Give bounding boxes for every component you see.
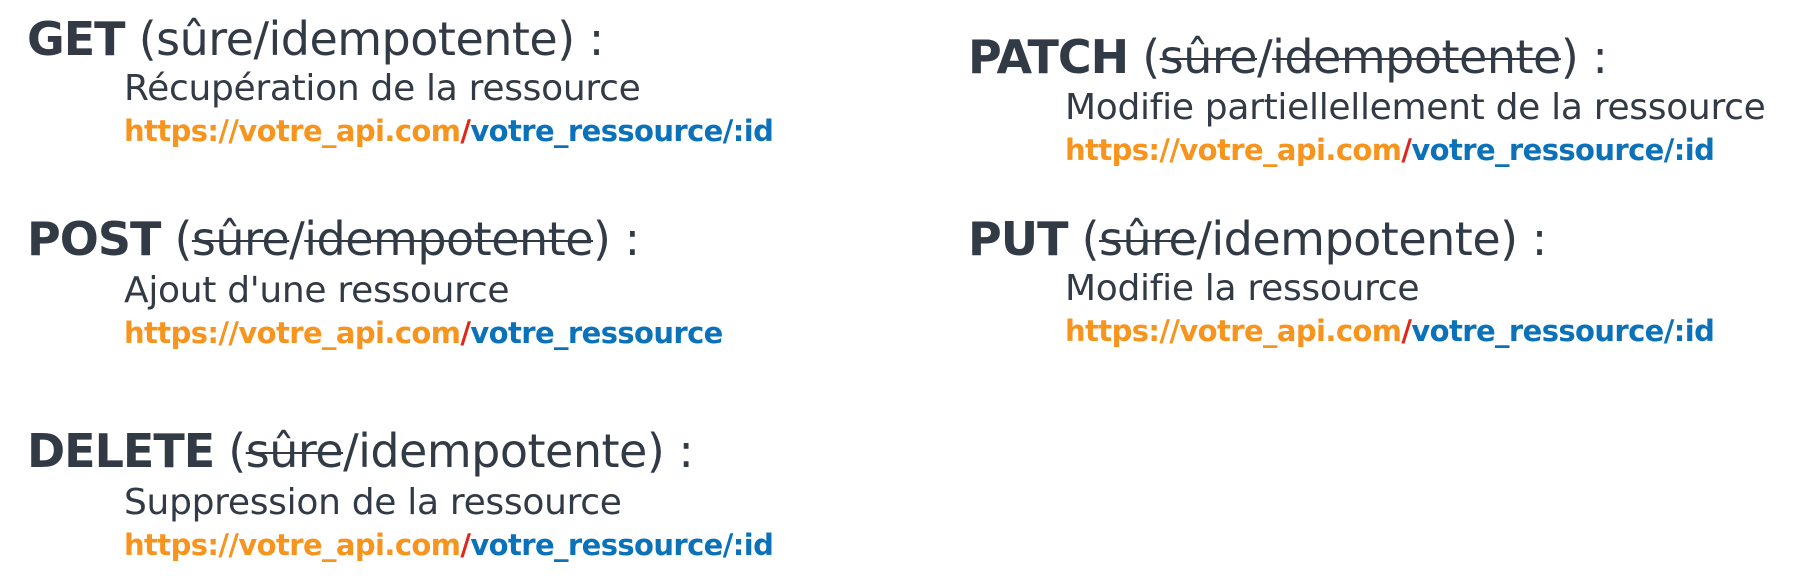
separator: / <box>1257 30 1273 84</box>
paren-open: ( <box>228 424 246 478</box>
url-slash: / <box>460 316 471 350</box>
idempotent-label: idempotente <box>1272 30 1561 84</box>
endpoint-url: https://votre_api.com/votre_ressource/:i… <box>124 526 774 564</box>
paren-close: ) : <box>1560 30 1608 84</box>
method-verb: PUT <box>968 212 1068 266</box>
paren-close: ) : <box>1500 212 1547 266</box>
url-slash: / <box>1401 133 1412 167</box>
paren-close: ) : <box>557 12 604 66</box>
method-delete: DELETE (sûre/idempotente) : Suppression … <box>27 424 774 564</box>
separator: / <box>253 12 269 66</box>
idempotent-label: idempotente <box>268 12 558 66</box>
endpoint-url: https://votre_api.com/votre_ressource/:i… <box>1065 131 1766 169</box>
safe-label: sûre <box>245 424 344 478</box>
separator: / <box>289 212 305 266</box>
paren-open: ( <box>174 212 192 266</box>
method-description: Modifie la ressource <box>1065 268 1420 309</box>
method-post: POST (sûre/idempotente) : Ajout d'une re… <box>27 212 723 352</box>
idempotent-label: idempotente <box>1211 212 1501 266</box>
endpoint-url: https://votre_api.com/votre_ressource/:i… <box>1065 312 1715 350</box>
paren-open: ( <box>1142 30 1160 84</box>
separator: / <box>1196 212 1212 266</box>
paren-close: ) : <box>646 424 694 478</box>
url-base: https://votre_api.com <box>1065 314 1402 348</box>
separator: / <box>343 424 359 478</box>
method-description: Récupération de la ressource <box>124 68 641 109</box>
method-verb: PATCH <box>968 30 1129 84</box>
method-verb: GET <box>27 12 126 66</box>
method-heading: GET (sûre/idempotente) : <box>27 12 773 66</box>
method-verb: DELETE <box>27 424 215 478</box>
paren-close: ) : <box>593 212 640 266</box>
idempotent-label: idempotente <box>358 424 647 478</box>
safe-label: sûre <box>1159 30 1258 84</box>
endpoint-url: https://votre_api.com/votre_ressource <box>124 314 723 352</box>
url-base: https://votre_api.com <box>124 528 461 562</box>
url-path: votre_ressource/:id <box>470 528 774 562</box>
url-path: votre_ressource/:id <box>470 114 774 148</box>
url-path: votre_ressource/:id <box>1411 314 1715 348</box>
url-base: https://votre_api.com <box>124 114 461 148</box>
url-slash: / <box>460 114 471 148</box>
method-get: GET (sûre/idempotente) : Récupération de… <box>27 12 774 150</box>
url-base: https://votre_api.com <box>1065 133 1402 167</box>
url-path: votre_ressource/:id <box>1411 133 1715 167</box>
method-heading: DELETE (sûre/idempotente) : <box>27 424 773 478</box>
method-patch: PATCH (sûre/idempotente) : Modifie parti… <box>968 30 1766 169</box>
paren-open: ( <box>1081 212 1100 266</box>
method-verb: POST <box>27 212 161 266</box>
url-base: https://votre_api.com <box>124 316 461 350</box>
paren-open: ( <box>138 12 157 66</box>
idempotent-label: idempotente <box>304 212 593 266</box>
safe-label: sûre <box>156 12 254 66</box>
method-heading: PATCH (sûre/idempotente) : <box>968 30 1766 84</box>
method-description: Ajout d'une ressource <box>124 270 510 311</box>
method-description: Modifie partiellellement de la ressource <box>1065 87 1766 128</box>
method-description: Suppression de la ressource <box>124 482 622 523</box>
method-heading: POST (sûre/idempotente) : <box>27 212 723 266</box>
method-put: PUT (sûre/idempotente) : Modifie la ress… <box>968 212 1715 350</box>
safe-label: sûre <box>1099 212 1197 266</box>
url-slash: / <box>460 528 471 562</box>
url-path: votre_ressource <box>470 316 723 350</box>
endpoint-url: https://votre_api.com/votre_ressource/:i… <box>124 112 774 150</box>
safe-label: sûre <box>191 212 290 266</box>
method-heading: PUT (sûre/idempotente) : <box>968 212 1714 266</box>
url-slash: / <box>1401 314 1412 348</box>
